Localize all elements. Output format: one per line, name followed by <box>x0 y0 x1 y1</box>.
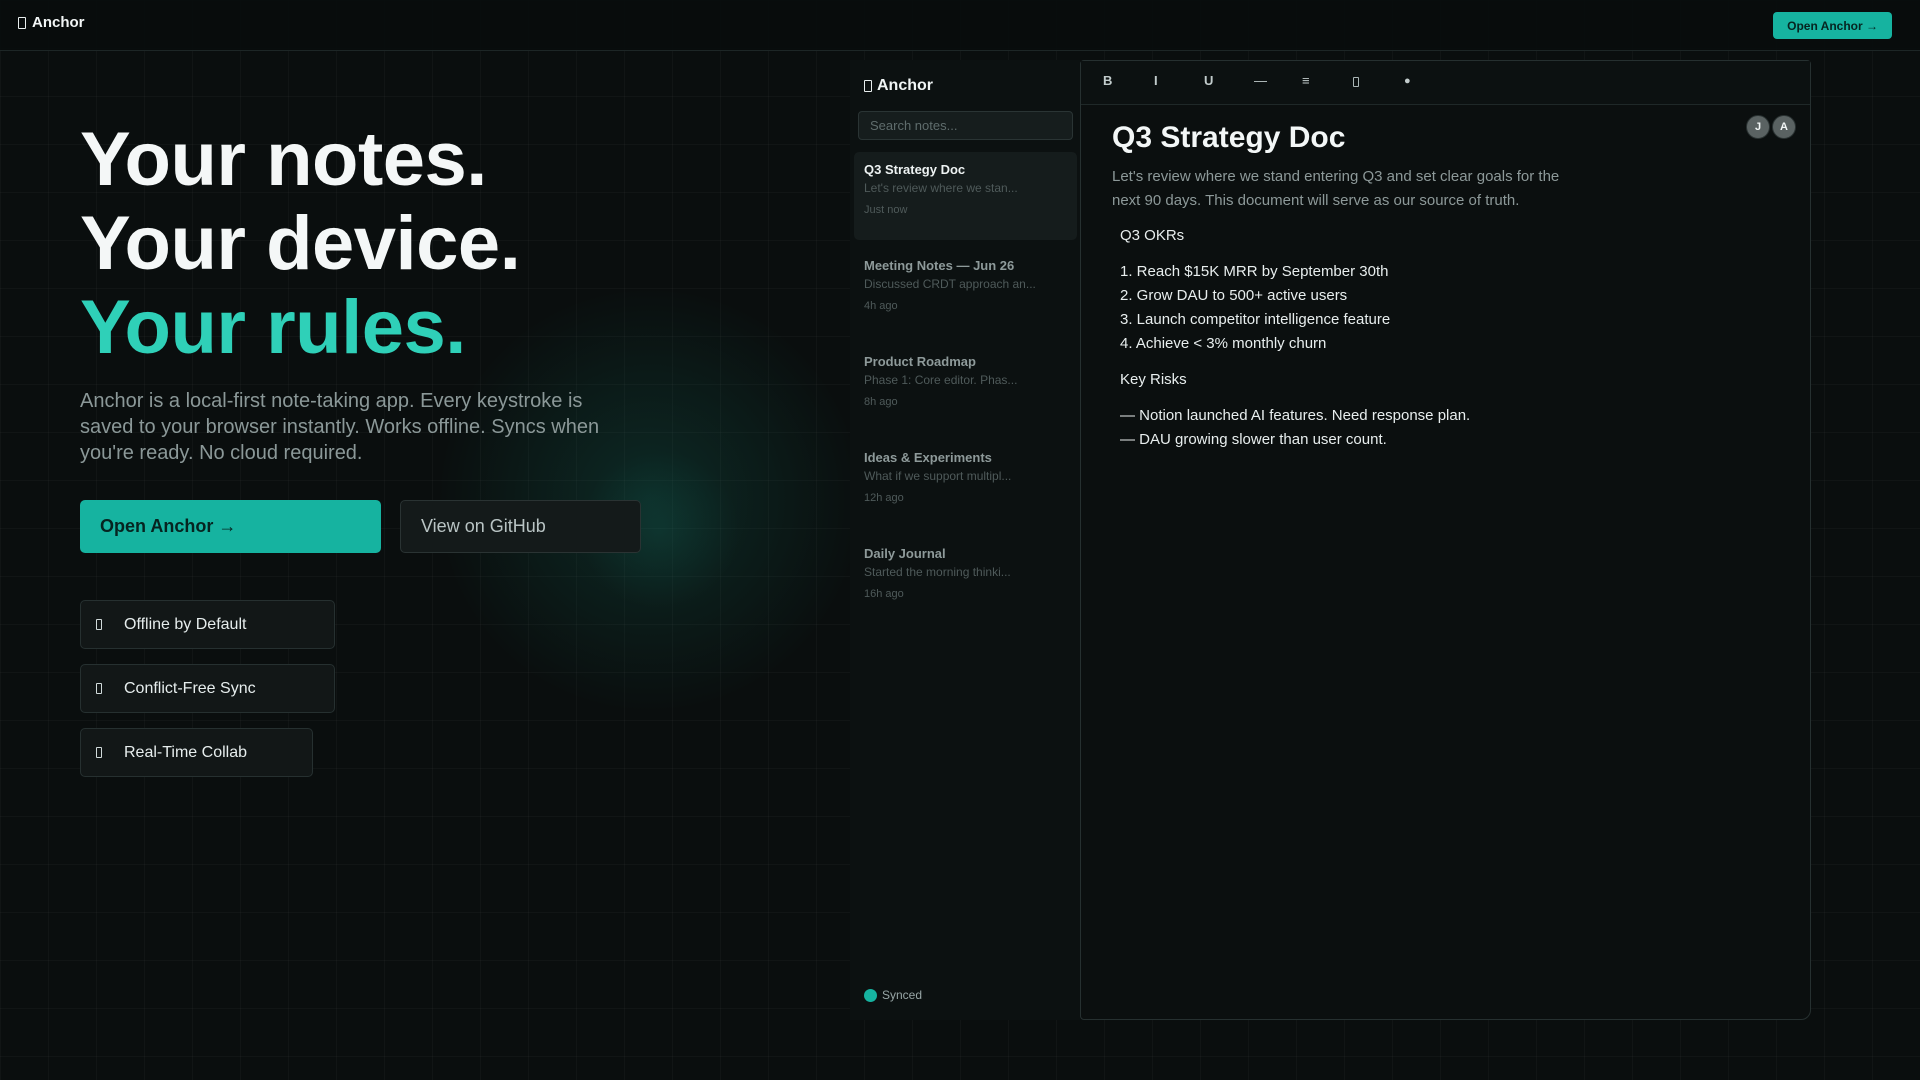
top-nav-bar: Anchor Open Anchor → <box>0 0 1920 51</box>
italic-button[interactable]: I <box>1154 73 1158 88</box>
hero-title: Your notes. Your device. Your rules. <box>80 117 521 370</box>
anchor-icon <box>18 16 26 29</box>
feature-sync: Conflict-Free Sync <box>80 664 335 713</box>
open-anchor-button[interactable]: Open Anchor → <box>80 500 381 553</box>
hero-title-line-3: Your rules. <box>80 285 466 370</box>
okr-item[interactable]: 1. Reach $15K MRR by September 30th <box>1120 263 1388 280</box>
note-preview: Discussed CRDT approach an... <box>864 277 1036 291</box>
hero-title-line-1: Your notes. <box>80 117 487 202</box>
sync-status-dot-icon <box>864 988 877 1002</box>
note-time: Just now <box>864 204 908 216</box>
sync-status-label: Synced <box>882 988 923 1002</box>
brand-logo[interactable]: Anchor <box>18 14 85 31</box>
note-time: 16h ago <box>864 588 904 600</box>
checklist-icon <box>1353 76 1359 87</box>
note-preview: What if we support multipl... <box>864 469 1012 483</box>
note-list-item[interactable]: Meeting Notes — Jun 26 Discussed CRDT ap… <box>854 248 1077 336</box>
note-list-item[interactable]: Product Roadmap Phase 1: Core editor. Ph… <box>854 344 1077 432</box>
hero-description: Anchor is a local-first note-taking app.… <box>80 390 600 464</box>
feature-label: Offline by Default <box>124 615 247 633</box>
note-preview: Let's review where we stan... <box>864 181 1018 195</box>
brand-name: Anchor <box>32 14 85 31</box>
note-preview: Phase 1: Core editor. Phas... <box>864 373 1018 387</box>
feature-label: Conflict-Free Sync <box>124 679 256 697</box>
document-title[interactable]: Q3 Strategy Doc <box>1112 121 1345 155</box>
risks-heading[interactable]: Key Risks <box>1120 371 1187 388</box>
bullet-button[interactable]: ● <box>1404 75 1411 87</box>
wifi-off-icon <box>96 619 102 630</box>
feature-label: Real-Time Collab <box>124 743 247 761</box>
anchor-icon <box>864 80 872 92</box>
note-time: 8h ago <box>864 396 898 408</box>
sync-icon <box>96 683 102 694</box>
risk-item[interactable]: — DAU growing slower than user count. <box>1120 431 1387 448</box>
note-list-item[interactable]: Daily Journal Started the morning thinki… <box>854 536 1077 624</box>
sync-status: Synced <box>864 988 922 1002</box>
note-list-item[interactable]: Ideas & Experiments What if we support m… <box>854 440 1077 528</box>
feature-offline: Offline by Default <box>80 600 335 649</box>
okrs-heading[interactable]: Q3 OKRs <box>1120 227 1184 244</box>
editor-toolbar: B I U — ≡ ● <box>1081 61 1810 105</box>
users-icon <box>96 747 102 758</box>
note-title: Product Roadmap <box>864 354 976 369</box>
okr-item[interactable]: 3. Launch competitor intelligence featur… <box>1120 311 1390 328</box>
risk-item[interactable]: — Notion launched AI features. Need resp… <box>1120 407 1470 424</box>
note-preview: Started the morning thinki... <box>864 565 1011 579</box>
search-input[interactable] <box>858 111 1073 140</box>
collaborator-avatar[interactable]: J <box>1746 115 1770 139</box>
divider-button[interactable]: — <box>1254 73 1267 88</box>
okr-item[interactable]: 4. Achieve < 3% monthly churn <box>1120 335 1326 352</box>
app-preview-sidebar: Anchor Q3 Strategy Doc Let's review wher… <box>850 60 1080 1020</box>
sidebar-brand-name: Anchor <box>877 77 933 94</box>
underline-button[interactable]: U <box>1204 73 1213 88</box>
note-title: Daily Journal <box>864 546 946 561</box>
landing-page: Anchor Open Anchor → Your notes. Your de… <box>0 0 1920 1080</box>
note-time: 12h ago <box>864 492 904 504</box>
collaborator-avatar[interactable]: A <box>1772 115 1796 139</box>
list-button[interactable]: ≡ <box>1302 73 1310 88</box>
bold-button[interactable]: B <box>1103 73 1112 88</box>
document-lead[interactable]: Let's review where we stand entering Q3 … <box>1112 165 1572 213</box>
checklist-button[interactable] <box>1353 73 1359 88</box>
hero-title-line-2: Your device. <box>80 201 521 286</box>
note-title: Ideas & Experiments <box>864 450 992 465</box>
feature-collab: Real-Time Collab <box>80 728 313 777</box>
note-title: Q3 Strategy Doc <box>864 162 966 177</box>
note-time: 4h ago <box>864 300 898 312</box>
view-on-github-button[interactable]: View on GitHub <box>400 500 641 553</box>
note-list-item-active[interactable]: Q3 Strategy Doc Let's review where we st… <box>854 152 1077 240</box>
sidebar-brand: Anchor <box>864 77 933 95</box>
note-title: Meeting Notes — Jun 26 <box>864 258 1015 273</box>
app-preview-editor: B I U — ≡ ● J A Q3 Strategy Doc Let's re… <box>1080 60 1811 1020</box>
nav-open-anchor-button[interactable]: Open Anchor → <box>1773 12 1892 39</box>
okr-item[interactable]: 2. Grow DAU to 500+ active users <box>1120 287 1347 304</box>
